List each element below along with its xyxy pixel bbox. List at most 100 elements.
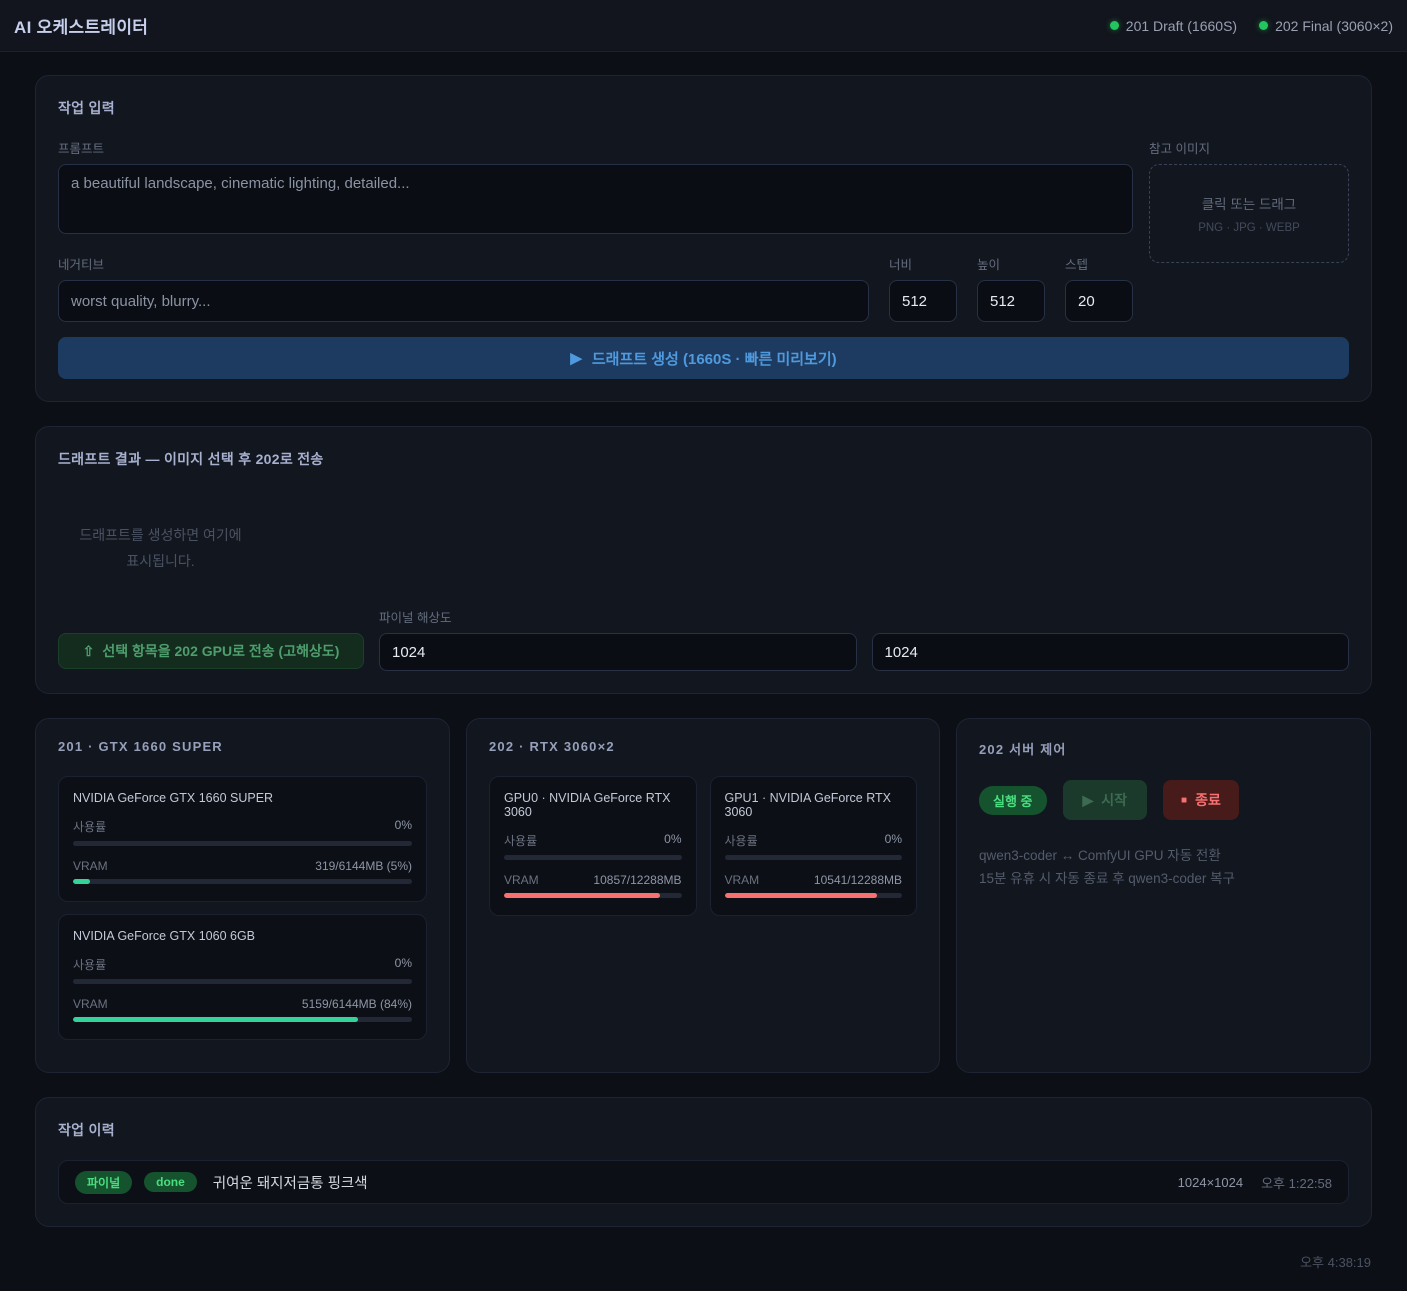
upload-arrow-icon: ⇧: [83, 643, 95, 660]
negative-input[interactable]: [58, 280, 869, 322]
gpu-202-title: 202 · RTX 3060×2: [489, 739, 917, 754]
gpu-202-card: 202 · RTX 3060×2 GPU0 · NVIDIA GeForce R…: [466, 718, 940, 1073]
util-bar: [725, 855, 903, 860]
server-note-line2: 15분 유휴 시 자동 종료 후 qwen3-coder 복구: [979, 867, 1348, 890]
reference-image-column: 참고 이미지 클릭 또는 드래그 PNG · JPG · WEBP: [1149, 138, 1349, 322]
vram-bar: [73, 879, 412, 884]
prompt-label: 프롬프트: [58, 138, 1133, 157]
util-value: 0%: [885, 832, 902, 849]
negative-label: 네거티브: [58, 254, 869, 273]
gpu-201-card: 201 · GTX 1660 SUPER NVIDIA GeForce GTX …: [35, 718, 450, 1073]
util-label: 사용률: [73, 818, 106, 835]
prompt-column: 프롬프트 네거티브 너비 높이 스텝: [58, 138, 1133, 322]
job-input-title: 작업 입력: [58, 98, 1349, 118]
util-value: 0%: [664, 832, 681, 849]
dropzone-formats: PNG · JPG · WEBP: [1198, 222, 1300, 234]
steps-label: 스텝: [1065, 254, 1133, 273]
history-time: 오후 1:22:58: [1261, 1173, 1332, 1192]
height-label: 높이: [977, 254, 1045, 273]
gpu-name: NVIDIA GeForce GTX 1660 SUPER: [73, 791, 412, 805]
generate-draft-label: 드래프트 생성 (1660S · 빠른 미리보기): [592, 348, 837, 369]
play-icon: ▶: [570, 349, 582, 367]
send-to-202-button[interactable]: ⇧ 선택 항목을 202 GPU로 전송 (고해상도): [58, 633, 364, 669]
vram-bar: [73, 1017, 412, 1022]
generate-draft-button[interactable]: ▶ 드래프트 생성 (1660S · 빠른 미리보기): [58, 337, 1349, 379]
app-header: AI 오케스트레이터 201 Draft (1660S) 202 Final (…: [0, 0, 1407, 52]
gpu-name: GPU1 · NVIDIA GeForce RTX 3060: [725, 791, 903, 819]
server-note-line1: qwen3-coder ↔ ComfyUI GPU 자동 전환: [979, 844, 1348, 867]
vram-value: 10857/12288MB: [593, 873, 681, 887]
vram-label: VRAM: [504, 873, 539, 887]
prompt-input[interactable]: [58, 164, 1133, 234]
server-control-card: 202 서버 제어 실행 중 ▶ 시작 ■ 종료 qwen3-coder ↔ C…: [956, 718, 1371, 1073]
height-input[interactable]: [977, 280, 1045, 322]
status-201-draft: 201 Draft (1660S): [1110, 18, 1237, 34]
status-badge: done: [144, 1172, 197, 1192]
vram-value: 5159/6144MB (84%): [302, 997, 412, 1011]
gpu-201-title: 201 · GTX 1660 SUPER: [58, 739, 427, 754]
reference-image-label: 참고 이미지: [1149, 138, 1349, 157]
vram-label: VRAM: [725, 873, 760, 887]
job-history-card: 작업 이력 파이널 done 귀여운 돼지저금통 핑크색 1024×1024 오…: [35, 1097, 1372, 1227]
gpu-panel-3060-1: GPU1 · NVIDIA GeForce RTX 3060 사용률 0% VR…: [710, 776, 918, 916]
vram-bar-fill: [725, 893, 878, 898]
status-dot-icon: [1259, 21, 1268, 30]
final-resolution-label: 파이널 해상도: [379, 607, 857, 626]
type-badge: 파이널: [75, 1171, 132, 1194]
history-row[interactable]: 파이널 done 귀여운 돼지저금통 핑크색 1024×1024 오후 1:22…: [58, 1160, 1349, 1204]
util-label: 사용률: [725, 832, 758, 849]
stop-label: 종료: [1195, 790, 1221, 810]
job-input-card: 작업 입력 프롬프트 네거티브 너비 높이: [35, 75, 1372, 402]
vram-label: VRAM: [73, 859, 108, 873]
draft-empty-state: 드래프트를 생성하면 여기에 표시됩니다.: [58, 489, 1349, 607]
footer-clock: 오후 4:38:19: [0, 1251, 1407, 1291]
start-server-button[interactable]: ▶ 시작: [1063, 780, 1148, 820]
vram-value: 10541/12288MB: [814, 873, 902, 887]
util-bar: [73, 979, 412, 984]
status-202-final: 202 Final (3060×2): [1259, 18, 1393, 34]
vram-bar: [504, 893, 682, 898]
app-title: AI 오케스트레이터: [14, 13, 148, 38]
gpu-panel-3060-0: GPU0 · NVIDIA GeForce RTX 3060 사용률 0% VR…: [489, 776, 697, 916]
history-prompt-text: 귀여운 돼지저금통 핑크색: [213, 1172, 1166, 1193]
stop-server-button[interactable]: ■ 종료: [1163, 780, 1239, 820]
status-label: 202 Final (3060×2): [1275, 18, 1393, 34]
util-value: 0%: [395, 818, 412, 835]
vram-bar-fill: [73, 879, 90, 884]
stop-square-icon: ■: [1181, 795, 1187, 806]
status-label: 201 Draft (1660S): [1126, 18, 1237, 34]
vram-bar-fill: [504, 893, 660, 898]
empty-state-line1: 드래프트를 생성하면 여기에: [58, 522, 263, 548]
vram-bar: [725, 893, 903, 898]
server-control-title: 202 서버 제어: [979, 739, 1348, 758]
draft-results-title: 드래프트 결과 — 이미지 선택 후 202로 전송: [58, 449, 1349, 469]
util-label: 사용률: [504, 832, 537, 849]
util-bar: [504, 855, 682, 860]
gpu-name: GPU0 · NVIDIA GeForce RTX 3060: [504, 791, 682, 819]
play-icon: ▶: [1083, 792, 1094, 809]
job-history-title: 작업 이력: [58, 1120, 1349, 1140]
width-input[interactable]: [889, 280, 957, 322]
draft-results-card: 드래프트 결과 — 이미지 선택 후 202로 전송 드래프트를 생성하면 여기…: [35, 426, 1372, 694]
start-label: 시작: [1101, 790, 1127, 810]
running-status-badge: 실행 중: [979, 786, 1047, 815]
empty-state-line2: 표시됩니다.: [58, 548, 263, 574]
util-label: 사용률: [73, 956, 106, 973]
util-value: 0%: [395, 956, 412, 973]
gpu-name: NVIDIA GeForce GTX 1060 6GB: [73, 929, 412, 943]
dropzone-text: 클릭 또는 드래그: [1202, 193, 1296, 213]
width-label: 너비: [889, 254, 957, 273]
vram-value: 319/6144MB (5%): [315, 859, 412, 873]
steps-input[interactable]: [1065, 280, 1133, 322]
final-width-input[interactable]: [379, 633, 857, 671]
util-bar: [73, 841, 412, 846]
reference-image-dropzone[interactable]: 클릭 또는 드래그 PNG · JPG · WEBP: [1149, 164, 1349, 263]
vram-label: VRAM: [73, 997, 108, 1011]
send-to-202-label: 선택 항목을 202 GPU로 전송 (고해상도): [102, 641, 339, 661]
gpu-panel-1660super: NVIDIA GeForce GTX 1660 SUPER 사용률 0% VRA…: [58, 776, 427, 902]
vram-bar-fill: [73, 1017, 358, 1022]
history-resolution: 1024×1024: [1178, 1175, 1243, 1190]
final-height-input[interactable]: [872, 633, 1350, 671]
status-dot-icon: [1110, 21, 1119, 30]
gpu-panel-1060: NVIDIA GeForce GTX 1060 6GB 사용률 0% VRAM …: [58, 914, 427, 1040]
